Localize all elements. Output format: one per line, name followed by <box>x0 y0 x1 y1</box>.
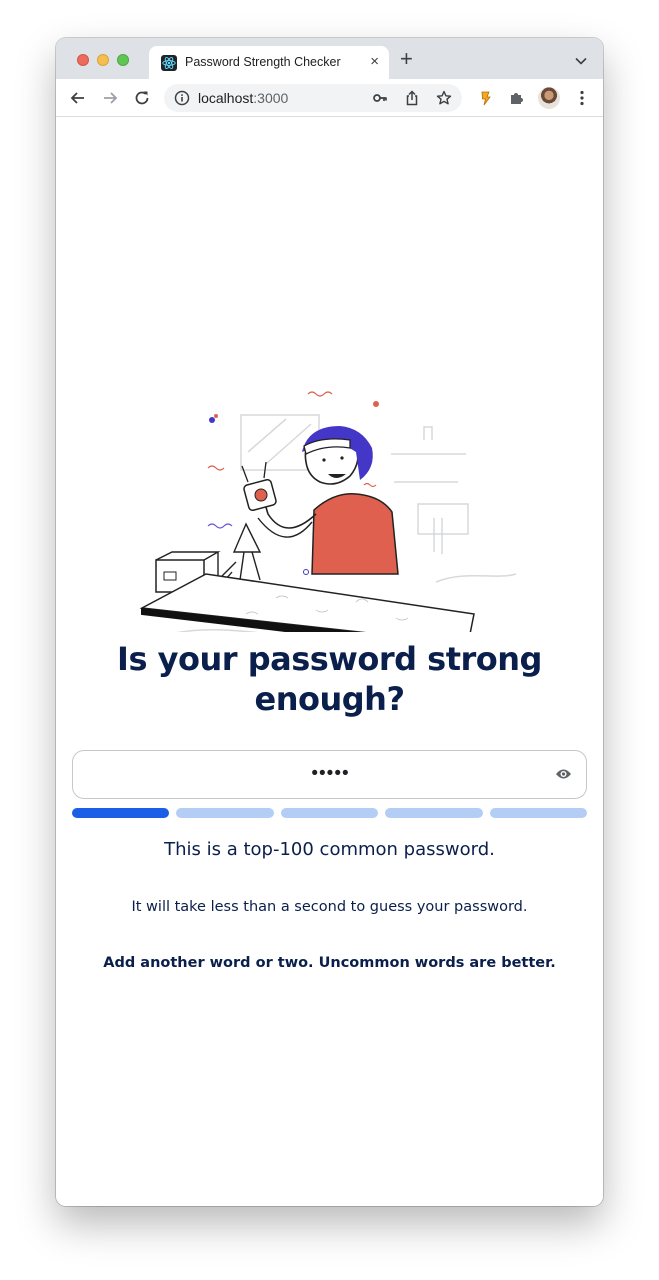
extensions-menu-button[interactable] <box>507 88 527 108</box>
tab-close-button[interactable]: × <box>370 53 379 70</box>
strength-segment <box>489 808 588 818</box>
password-value: ••••• <box>311 763 350 784</box>
extension-button[interactable] <box>476 88 496 108</box>
new-tab-button[interactable]: + <box>400 48 413 70</box>
info-icon <box>174 90 190 106</box>
url-text: localhost:3000 <box>198 90 288 106</box>
site-info-button[interactable] <box>174 90 190 111</box>
avatar[interactable] <box>538 87 560 109</box>
share-icon <box>406 90 418 106</box>
strength-meter <box>72 808 588 818</box>
tab-strip: Password Strength Checker × + <box>56 38 603 79</box>
tab-title: Password Strength Checker <box>185 55 341 69</box>
maximize-window-button[interactable] <box>117 54 129 66</box>
strength-segment <box>176 808 274 818</box>
back-button[interactable] <box>68 88 88 108</box>
eye-icon <box>556 769 571 779</box>
share-button[interactable] <box>404 90 420 111</box>
minimize-window-button[interactable] <box>97 54 109 66</box>
back-icon <box>70 92 84 104</box>
strength-segment <box>72 808 170 818</box>
page-content: Is your password strong enough? ••••• Th… <box>56 117 603 1206</box>
reload-button[interactable] <box>132 88 152 108</box>
bookmark-button[interactable] <box>436 90 452 111</box>
browser-window: Password Strength Checker × + localhost:… <box>56 38 603 1206</box>
react-favicon-icon <box>161 55 177 71</box>
chevron-down-icon <box>575 57 587 65</box>
extension-icon <box>481 91 491 106</box>
tab-search-button[interactable] <box>575 52 587 70</box>
toggle-visibility-button[interactable] <box>555 767 572 786</box>
password-key-button[interactable] <box>372 90 388 111</box>
forward-icon <box>104 92 118 104</box>
strength-segment <box>385 808 483 818</box>
suggestion-text: Add another word or two. Uncommon words … <box>103 955 556 971</box>
strength-message: This is a top-100 common password. <box>164 839 495 860</box>
page-title: Is your password strong enough? <box>117 640 542 718</box>
star-icon <box>436 90 452 105</box>
url-port: :3000 <box>253 90 289 106</box>
more-icon <box>580 90 584 106</box>
hero-illustration <box>139 391 517 632</box>
close-window-button[interactable] <box>77 54 89 66</box>
strength-segment <box>280 808 379 818</box>
password-input[interactable]: ••••• <box>72 750 587 799</box>
url-host: localhost <box>198 90 254 106</box>
tab-password-strength-checker[interactable]: Password Strength Checker × <box>149 46 389 79</box>
crack-time-text: It will take less than a second to guess… <box>131 899 528 915</box>
browser-toolbar: localhost:3000 <box>56 79 603 117</box>
puzzle-icon <box>511 93 523 104</box>
reload-icon <box>135 91 149 105</box>
browser-menu-button[interactable] <box>572 88 592 108</box>
forward-button[interactable] <box>100 88 120 108</box>
key-icon <box>373 94 387 102</box>
address-bar[interactable]: localhost:3000 <box>164 84 462 112</box>
